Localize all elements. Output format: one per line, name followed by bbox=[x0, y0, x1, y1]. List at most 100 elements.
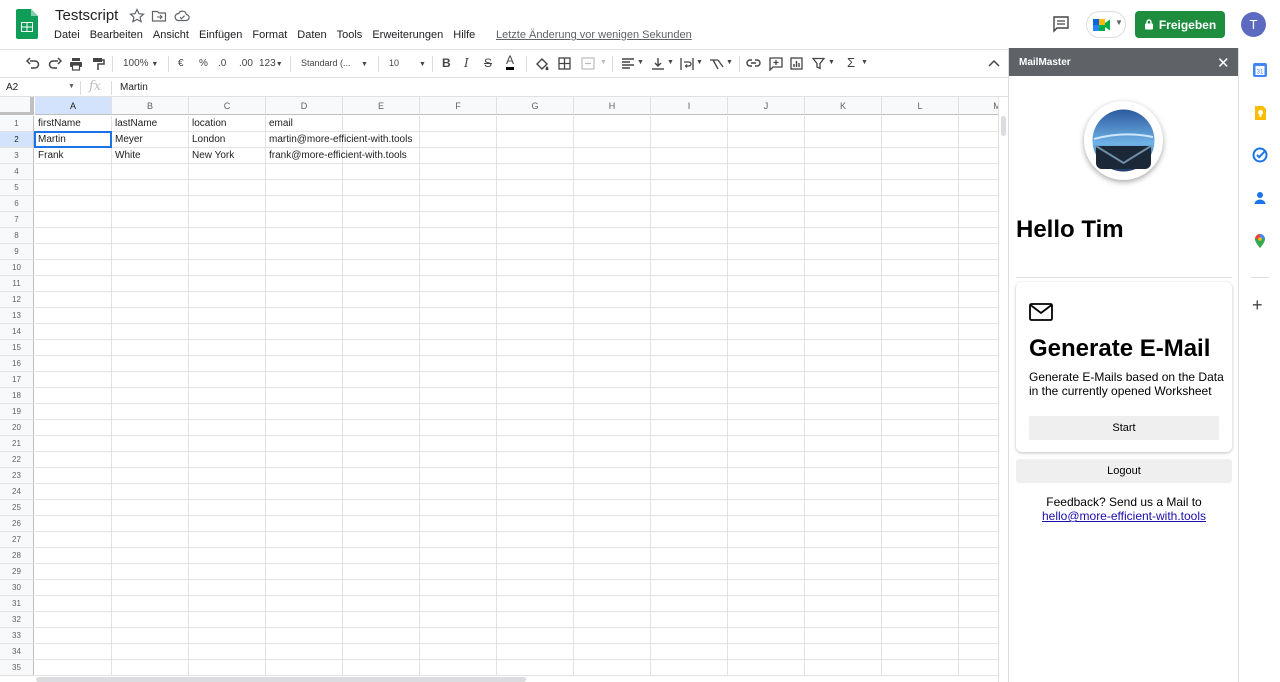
redo-icon[interactable] bbox=[48, 57, 62, 71]
print-icon[interactable] bbox=[69, 57, 83, 71]
cell-m35[interactable] bbox=[959, 660, 998, 676]
cell-e32[interactable] bbox=[343, 612, 420, 628]
cell-h4[interactable] bbox=[574, 164, 651, 180]
tasks-icon[interactable] bbox=[1252, 147, 1268, 163]
column-header-e[interactable]: E bbox=[343, 97, 420, 115]
cell-i35[interactable] bbox=[651, 660, 728, 676]
cell-a5[interactable] bbox=[35, 180, 112, 196]
row-header-21[interactable]: 21 bbox=[0, 436, 34, 452]
row-header-27[interactable]: 27 bbox=[0, 532, 34, 548]
cell-d18[interactable] bbox=[266, 388, 343, 404]
cell-b9[interactable] bbox=[112, 244, 189, 260]
cell-c28[interactable] bbox=[189, 548, 266, 564]
wrap-dropdown-icon[interactable]: ▼ bbox=[696, 59, 703, 66]
cell-m25[interactable] bbox=[959, 500, 998, 516]
cell-g17[interactable] bbox=[497, 372, 574, 388]
cell-c4[interactable] bbox=[189, 164, 266, 180]
text-color-icon[interactable]: A bbox=[506, 54, 515, 70]
menu-erweiterungen[interactable]: Erweiterungen bbox=[372, 29, 443, 45]
cell-i25[interactable] bbox=[651, 500, 728, 516]
cell-h13[interactable] bbox=[574, 308, 651, 324]
cell-m24[interactable] bbox=[959, 484, 998, 500]
cell-a25[interactable] bbox=[35, 500, 112, 516]
cell-k4[interactable] bbox=[805, 164, 882, 180]
cell-m13[interactable] bbox=[959, 308, 998, 324]
cell-k18[interactable] bbox=[805, 388, 882, 404]
cell-f24[interactable] bbox=[420, 484, 497, 500]
cell-k35[interactable] bbox=[805, 660, 882, 676]
cell-a22[interactable] bbox=[35, 452, 112, 468]
cell-c2[interactable]: London bbox=[189, 132, 266, 148]
column-header-i[interactable]: I bbox=[651, 97, 728, 115]
cell-h3[interactable] bbox=[574, 148, 651, 164]
cell-k29[interactable] bbox=[805, 564, 882, 580]
row-header-29[interactable]: 29 bbox=[0, 564, 34, 580]
cell-f27[interactable] bbox=[420, 532, 497, 548]
cell-k6[interactable] bbox=[805, 196, 882, 212]
cell-e35[interactable] bbox=[343, 660, 420, 676]
cell-i10[interactable] bbox=[651, 260, 728, 276]
cell-d34[interactable] bbox=[266, 644, 343, 660]
cell-c29[interactable] bbox=[189, 564, 266, 580]
cell-g30[interactable] bbox=[497, 580, 574, 596]
cell-b10[interactable] bbox=[112, 260, 189, 276]
cell-d31[interactable] bbox=[266, 596, 343, 612]
cell-j25[interactable] bbox=[728, 500, 805, 516]
cell-f18[interactable] bbox=[420, 388, 497, 404]
cell-l5[interactable] bbox=[882, 180, 959, 196]
column-header-g[interactable]: G bbox=[497, 97, 574, 115]
cell-b16[interactable] bbox=[112, 356, 189, 372]
horizontal-scrollbar[interactable] bbox=[36, 677, 526, 682]
cell-i17[interactable] bbox=[651, 372, 728, 388]
cell-e26[interactable] bbox=[343, 516, 420, 532]
cell-b12[interactable] bbox=[112, 292, 189, 308]
name-box-dropdown-icon[interactable]: ▼ bbox=[68, 83, 75, 90]
align-icon[interactable] bbox=[621, 57, 635, 70]
spreadsheet-grid[interactable]: A B C D E F G H I J K L M 1 firstName lastName location e… bbox=[0, 97, 998, 677]
cell-a19[interactable] bbox=[35, 404, 112, 420]
cell-k15[interactable] bbox=[805, 340, 882, 356]
cell-g29[interactable] bbox=[497, 564, 574, 580]
cell-f12[interactable] bbox=[420, 292, 497, 308]
cell-b31[interactable] bbox=[112, 596, 189, 612]
cell-d35[interactable] bbox=[266, 660, 343, 676]
row-header-33[interactable]: 33 bbox=[0, 628, 34, 644]
column-header-h[interactable]: H bbox=[574, 97, 651, 115]
cell-k12[interactable] bbox=[805, 292, 882, 308]
cell-i18[interactable] bbox=[651, 388, 728, 404]
functions-icon[interactable]: Σ bbox=[847, 55, 855, 70]
cell-a31[interactable] bbox=[35, 596, 112, 612]
cell-m8[interactable] bbox=[959, 228, 998, 244]
cell-h21[interactable] bbox=[574, 436, 651, 452]
cell-i29[interactable] bbox=[651, 564, 728, 580]
cell-a14[interactable] bbox=[35, 324, 112, 340]
cell-a35[interactable] bbox=[35, 660, 112, 676]
cell-g3[interactable] bbox=[497, 148, 574, 164]
cell-a3[interactable]: Frank bbox=[35, 148, 112, 164]
cell-e29[interactable] bbox=[343, 564, 420, 580]
cell-g35[interactable] bbox=[497, 660, 574, 676]
cell-j18[interactable] bbox=[728, 388, 805, 404]
cell-c14[interactable] bbox=[189, 324, 266, 340]
row-header-4[interactable]: 4 bbox=[0, 164, 34, 180]
cell-d33[interactable] bbox=[266, 628, 343, 644]
cell-i12[interactable] bbox=[651, 292, 728, 308]
cell-e23[interactable] bbox=[343, 468, 420, 484]
cell-m2[interactable] bbox=[959, 132, 998, 148]
cell-h18[interactable] bbox=[574, 388, 651, 404]
cell-g16[interactable] bbox=[497, 356, 574, 372]
cell-b5[interactable] bbox=[112, 180, 189, 196]
paint-format-icon[interactable] bbox=[91, 57, 105, 71]
cell-l33[interactable] bbox=[882, 628, 959, 644]
cell-l1[interactable] bbox=[882, 116, 959, 132]
cell-b29[interactable] bbox=[112, 564, 189, 580]
cell-b1[interactable]: lastName bbox=[112, 116, 189, 132]
cell-d25[interactable] bbox=[266, 500, 343, 516]
calendar-icon[interactable]: 31 bbox=[1252, 62, 1268, 78]
menu-ansicht[interactable]: Ansicht bbox=[153, 29, 189, 45]
cell-a27[interactable] bbox=[35, 532, 112, 548]
cell-g1[interactable] bbox=[497, 116, 574, 132]
cell-d14[interactable] bbox=[266, 324, 343, 340]
cell-b33[interactable] bbox=[112, 628, 189, 644]
cell-m17[interactable] bbox=[959, 372, 998, 388]
